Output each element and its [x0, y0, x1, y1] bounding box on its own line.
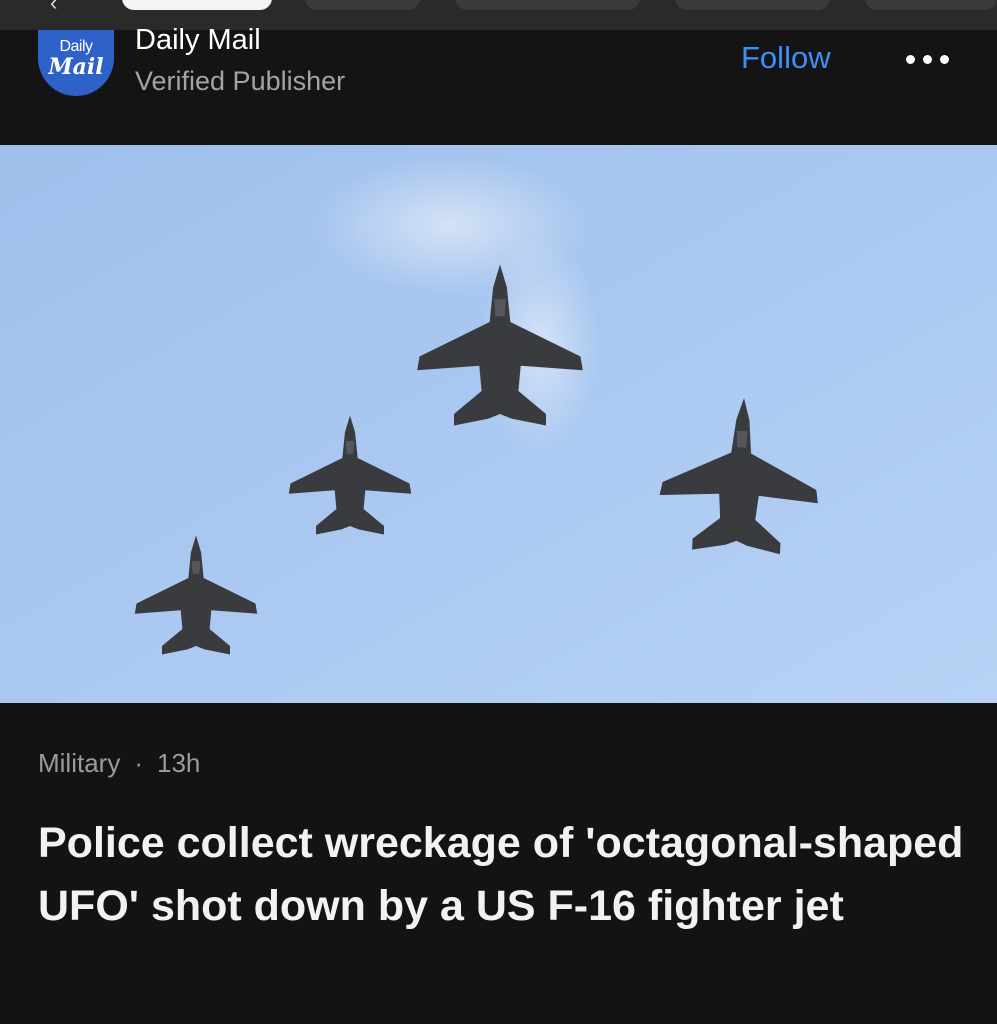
publisher-verified-label: Verified Publisher: [135, 66, 346, 96]
article-hero-image[interactable]: [0, 145, 997, 703]
publisher-header: Daily Mail Daily Mail Verified Publisher…: [0, 24, 997, 145]
article-meta: Military · 13h: [38, 748, 200, 779]
more-options-icon[interactable]: [904, 38, 952, 78]
article-category[interactable]: Military: [38, 748, 120, 778]
back-chevron-icon[interactable]: ‹: [50, 0, 57, 16]
meta-separator: ·: [134, 748, 144, 778]
follow-button[interactable]: Follow: [741, 40, 831, 76]
tab[interactable]: [305, 0, 420, 10]
publisher-name[interactable]: Daily Mail: [135, 24, 261, 57]
article-age: 13h: [157, 748, 201, 778]
tab[interactable]: [675, 0, 830, 10]
logo-line-2: Mail: [48, 54, 104, 80]
fighter-jets-photo: [0, 145, 997, 703]
publisher-logo[interactable]: Daily Mail: [38, 30, 114, 96]
tab-active[interactable]: [122, 0, 272, 10]
tab[interactable]: [865, 0, 997, 10]
tab[interactable]: [455, 0, 640, 10]
article-headline[interactable]: Police collect wreckage of 'octagonal-sh…: [38, 812, 968, 938]
